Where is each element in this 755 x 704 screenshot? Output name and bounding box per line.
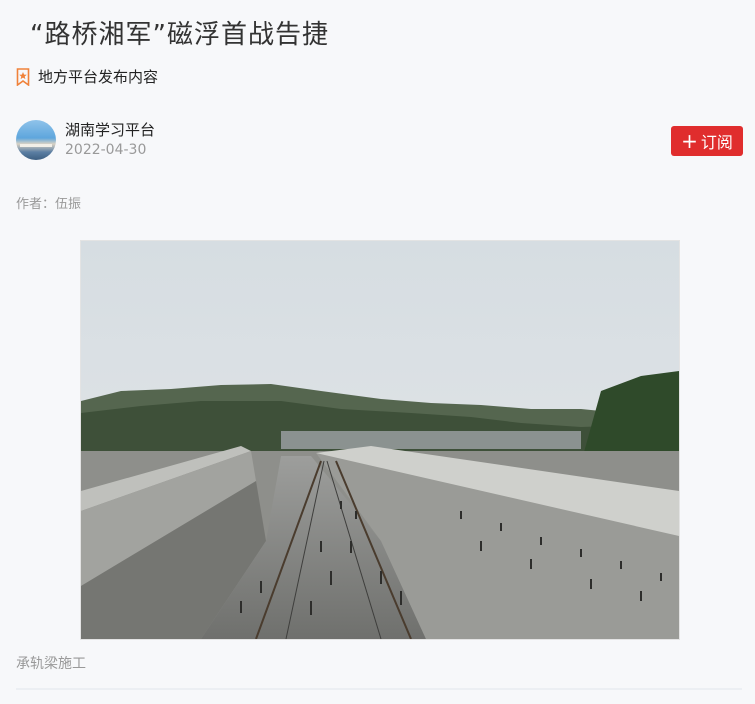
divider: [16, 688, 742, 690]
publish-date: 2022-04-30: [65, 142, 147, 158]
article-photo: [80, 240, 680, 640]
avatar[interactable]: [16, 120, 56, 160]
subscribe-label: 订阅: [700, 133, 733, 152]
plus-icon: +: [681, 129, 698, 153]
publisher-name[interactable]: 湖南学习平台: [65, 120, 155, 140]
bookmark-star-icon: [16, 67, 30, 86]
image-caption: 承轨梁施工: [16, 656, 86, 672]
source-row: 地方平台发布内容: [16, 66, 158, 87]
publisher-block[interactable]: 湖南学习平台 2022-04-30: [16, 120, 155, 160]
article-title: “路桥湘军”磁浮首战告捷: [30, 20, 329, 50]
subscribe-button[interactable]: + 订阅: [671, 126, 743, 156]
author-line: 作者：伍振: [16, 197, 82, 212]
source-label: 地方平台发布内容: [38, 68, 159, 86]
